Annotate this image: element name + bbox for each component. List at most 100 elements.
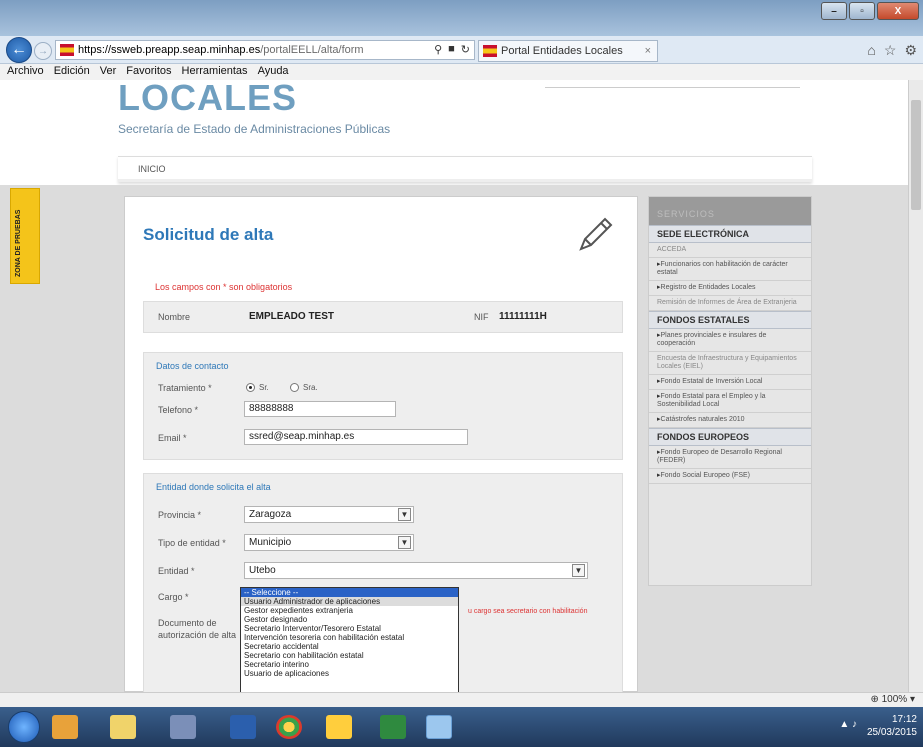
site-subtitle: Secretaría de Estado de Administraciones… (118, 122, 391, 136)
sidebar-item-acceda[interactable]: ACCEDA (649, 243, 811, 258)
cargo-option[interactable]: Secretario accidental (241, 642, 458, 651)
address-icons: ⚲ ■ ↻ (434, 43, 470, 56)
cargo-option[interactable]: Gestor designado (241, 615, 458, 624)
main-nav: INICIO (118, 156, 812, 182)
zoom-level[interactable]: ⊕ 100% ▾ (870, 694, 915, 705)
sidebar-item-inversion-local[interactable]: Fondo Estatal de Inversión Local (649, 375, 811, 390)
window-controls: – ▫ X (821, 2, 919, 20)
menu-favoritos[interactable]: Favoritos (121, 64, 176, 80)
vertical-scrollbar[interactable] (908, 80, 923, 692)
maximize-button[interactable]: ▫ (849, 2, 875, 20)
system-clock[interactable]: 17:12 25/03/2015 (867, 713, 917, 739)
address-bar[interactable]: https://ssweb.preapp.seap.minhap.es/port… (55, 40, 475, 60)
start-button-icon[interactable] (8, 711, 40, 743)
provincia-label: Provincia * (158, 510, 202, 520)
url-host: https://ssweb.preapp.seap.minhap.es (78, 44, 261, 56)
tab-favicon-icon (483, 45, 497, 57)
sidebar-item-planes[interactable]: Planes provinciales e insulares de coope… (649, 329, 811, 352)
media-player-icon[interactable] (52, 715, 78, 739)
browser-navbar: ← → https://ssweb.preapp.seap.minhap.es/… (0, 36, 923, 64)
entidad-value: Utebo (249, 565, 276, 576)
tray-arrow-icon[interactable]: ▲ (839, 719, 849, 730)
provincia-select[interactable]: Zaragoza ▼ (244, 506, 414, 523)
cargo-hint: u cargo sea secretario con habilitación (468, 608, 588, 615)
tipo-entidad-select[interactable]: Municipio ▼ (244, 534, 414, 551)
email-label: Email * (158, 433, 187, 443)
radio-sr[interactable] (246, 383, 255, 392)
browser-tab[interactable]: Portal Entidades Locales × (478, 40, 658, 62)
menu-ver[interactable]: Ver (95, 64, 122, 80)
internet-explorer-icon[interactable] (426, 715, 452, 739)
sidebar-item-funcionarios[interactable]: Funcionarios con habilitación de carácte… (649, 258, 811, 281)
clock-time: 17:12 (891, 714, 917, 725)
sidebar-item-registro[interactable]: Registro de Entidades Locales (649, 281, 811, 296)
excel-icon[interactable] (380, 715, 406, 739)
page-title: Solicitud de alta (143, 225, 274, 244)
sidebar-item-catastrofes[interactable]: Catástrofes naturales 2010 (649, 413, 811, 428)
status-bar: ⊕ 100% ▾ (0, 692, 923, 707)
favorites-star-icon[interactable]: ☆ (884, 42, 897, 59)
tipo-entidad-label: Tipo de entidad * (158, 538, 226, 548)
menu-ayuda[interactable]: Ayuda (253, 64, 294, 80)
sidebar-section-sede: SEDE ELECTRÓNICA (649, 225, 811, 243)
volume-icon[interactable]: ♪ (852, 719, 857, 730)
sidebar-section-fondos-europeos: FONDOS EUROPEOS (649, 428, 811, 446)
close-window-button[interactable]: X (877, 2, 919, 20)
sidebar-header: SERVICIOS (649, 197, 811, 225)
sidebar-item-eiel[interactable]: Encuesta de Infraestructura y Equipamien… (649, 352, 811, 375)
menu-archivo[interactable]: Archivo (2, 64, 49, 80)
zona-pruebas-tab[interactable]: ZONA DE PRUEBAS (10, 188, 40, 284)
sidebar-item-remision[interactable]: Remisión de Informes de Área de Extranje… (649, 296, 811, 311)
radio-sr-label: Sr. (259, 383, 269, 392)
forward-button[interactable]: → (34, 42, 52, 60)
nav-inicio-link[interactable]: INICIO (138, 164, 166, 174)
home-icon[interactable]: ⌂ (867, 42, 875, 59)
web-page: LOCALES Secretaría de Estado de Administ… (0, 80, 908, 692)
sidebar-title: SERVICIOS (657, 209, 715, 219)
browser-toolbar-right: ⌂ ☆ ⚙ (867, 42, 917, 59)
clock-date: 25/03/2015 (866, 727, 917, 738)
back-button[interactable]: ← (6, 37, 32, 63)
cargo-option[interactable]: Usuario Administrador de aplicaciones (241, 597, 458, 606)
cargo-option[interactable]: Gestor expedientes extranjeria (241, 606, 458, 615)
nombre-value: EMPLEADO TEST (249, 311, 335, 322)
sidebar-section-fondos-estatales: FONDOS ESTATALES (649, 311, 811, 329)
contact-section: Datos de contacto Tratamiento * Sr. Sra.… (143, 352, 623, 460)
search-icon[interactable]: ⚲ (434, 43, 442, 56)
telefono-input[interactable]: 88888888 (244, 401, 396, 417)
radio-sra[interactable] (290, 383, 299, 392)
cargo-option[interactable]: Secretario Interventor/Tesorero Estatal (241, 624, 458, 633)
menu-edicion[interactable]: Edición (49, 64, 95, 80)
cargo-option[interactable]: Secretario con habilitación estatal (241, 651, 458, 660)
windows-taskbar: ▲ ♪ 17:12 25/03/2015 (0, 707, 923, 747)
users-app-icon[interactable] (170, 715, 196, 739)
scrollbar-thumb[interactable] (911, 100, 921, 210)
email-input[interactable]: ssred@seap.minhap.es (244, 429, 468, 445)
tab-title: Portal Entidades Locales (501, 45, 623, 57)
sidebar-item-fse[interactable]: Fondo Social Europeo (FSE) (649, 469, 811, 484)
settings-gear-icon[interactable]: ⚙ (904, 42, 917, 59)
nombre-label: Nombre (158, 312, 191, 322)
sidebar-item-empleo[interactable]: Fondo Estatal para el Empleo y la Sosten… (649, 390, 811, 413)
menu-herramientas[interactable]: Herramientas (177, 64, 253, 80)
tab-close-icon[interactable]: × (645, 45, 651, 57)
cargo-option[interactable]: Intervención tesoreria con habilitación … (241, 633, 458, 642)
provincia-value: Zaragoza (249, 509, 292, 520)
cargo-dropdown-list[interactable]: -- Seleccione -- Usuario Administrador d… (240, 587, 459, 692)
refresh-icon[interactable]: ↻ (461, 43, 470, 56)
chrome-icon[interactable] (276, 715, 302, 739)
site-logo[interactable]: LOCALES (118, 80, 297, 116)
word-icon[interactable] (230, 715, 256, 739)
menu-bar: Archivo Edición Ver Favoritos Herramient… (0, 64, 923, 80)
file-explorer-icon[interactable] (110, 715, 136, 739)
cargo-option[interactable]: Usuario de aplicaciones (241, 669, 458, 678)
cargo-label: Cargo * (158, 592, 189, 602)
cargo-option[interactable]: -- Seleccione -- (241, 588, 458, 597)
sidebar-item-feder[interactable]: Fondo Europeo de Desarrollo Regional (FE… (649, 446, 811, 469)
pencil-icon (579, 217, 613, 251)
cargo-option[interactable]: Secretario interino (241, 660, 458, 669)
minimize-button[interactable]: – (821, 2, 847, 20)
app-icon[interactable] (326, 715, 352, 739)
entidad-select[interactable]: Utebo ▼ (244, 562, 588, 579)
lock-icon[interactable]: ■ (448, 43, 455, 56)
